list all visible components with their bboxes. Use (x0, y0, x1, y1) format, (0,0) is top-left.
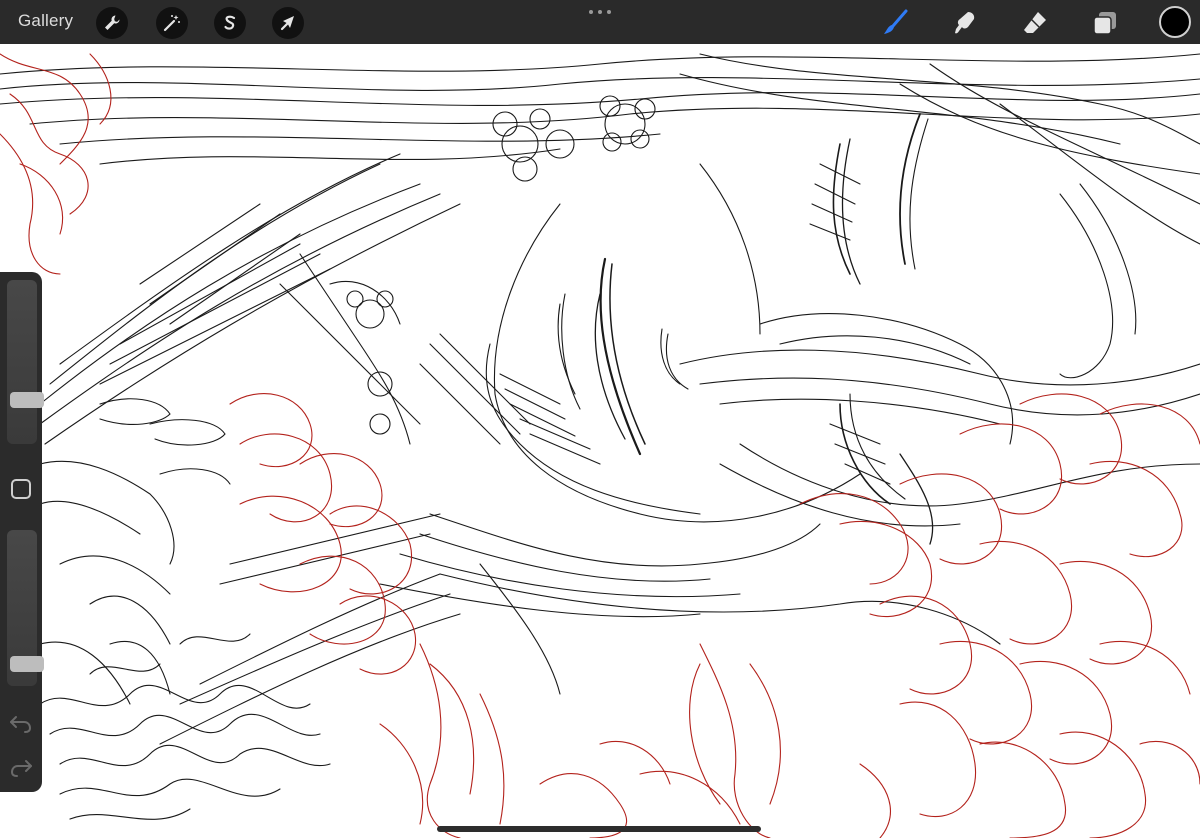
color-swatch-button[interactable] (1159, 6, 1191, 38)
arrow-cursor-icon (280, 16, 294, 31)
adjustments-button[interactable] (156, 7, 188, 39)
brush-opacity-slider[interactable] (7, 530, 44, 686)
brush-opacity-thumb[interactable] (10, 656, 44, 672)
undo-icon (10, 716, 32, 733)
modify-square-icon[interactable] (11, 479, 31, 499)
wrench-icon (105, 15, 120, 30)
dot (598, 10, 602, 14)
smudge-tool-button[interactable] (948, 6, 982, 40)
selection-button[interactable] (214, 7, 246, 39)
undo-button[interactable] (8, 712, 34, 734)
selection-s-icon (224, 15, 236, 30)
eraser-tool-button[interactable] (1018, 6, 1052, 40)
sketch-artwork (0, 53, 1200, 838)
actions-button[interactable] (96, 7, 128, 39)
dot (589, 10, 593, 14)
brush-size-slider[interactable] (7, 280, 44, 444)
drawing-canvas[interactable] (0, 44, 1200, 838)
layers-button[interactable] (1088, 6, 1122, 40)
black-ink-layer (0, 53, 1200, 820)
magic-wand-icon (163, 15, 180, 32)
eraser-icon (1024, 12, 1046, 33)
layers-icon (1093, 12, 1116, 35)
home-indicator-bar[interactable] (437, 826, 761, 832)
transform-button[interactable] (272, 7, 304, 39)
brush-size-thumb[interactable] (10, 392, 44, 408)
brush-sidebar (0, 272, 44, 792)
top-toolbar: Gallery (0, 0, 1200, 44)
redo-button[interactable] (8, 756, 34, 778)
brush-icon (884, 9, 908, 34)
gallery-button[interactable]: Gallery (18, 11, 73, 31)
red-ink-layer (0, 53, 1200, 838)
brush-tool-button[interactable] (878, 6, 912, 40)
dot (607, 10, 611, 14)
more-options-dots[interactable] (589, 8, 611, 16)
smudge-finger-icon (955, 12, 975, 34)
redo-icon (10, 760, 32, 777)
